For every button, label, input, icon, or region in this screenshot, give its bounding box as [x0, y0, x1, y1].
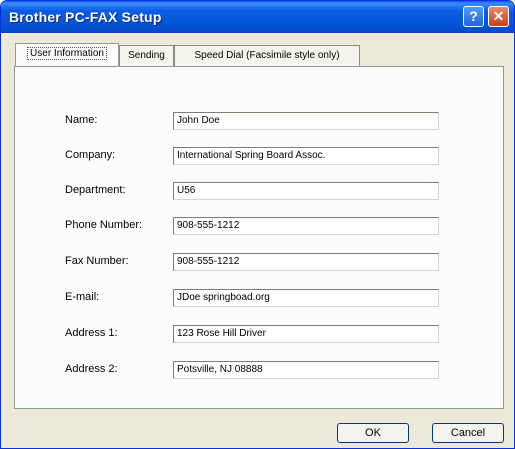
- setup-dialog: Brother PC-FAX Setup ? ✕ User Informatio…: [0, 0, 515, 449]
- company-field[interactable]: International Spring Board Assoc.: [173, 147, 439, 165]
- fax-number-field[interactable]: 908-555-1212: [173, 253, 439, 271]
- close-icon: ✕: [492, 8, 505, 24]
- address-2-label: Address 2:: [65, 363, 118, 375]
- company-label: Company:: [65, 149, 116, 161]
- email-label: E-mail:: [65, 291, 100, 303]
- address-2-field[interactable]: Potsville, NJ 08888: [173, 361, 439, 379]
- fax-number-label: Fax Number:: [65, 255, 129, 267]
- window-title: Brother PC-FAX Setup: [9, 9, 162, 25]
- close-button[interactable]: ✕: [488, 6, 509, 27]
- tab-label: User Information: [27, 47, 107, 60]
- tab-user-information[interactable]: User Information: [15, 43, 119, 66]
- ok-button[interactable]: OK: [337, 423, 409, 443]
- phone-number-field[interactable]: 908-555-1212: [173, 217, 439, 235]
- tab-speed-dial[interactable]: Speed Dial (Facsimile style only): [174, 45, 360, 66]
- address-1-field[interactable]: 123 Rose Hill Driver: [173, 325, 439, 343]
- department-field[interactable]: U56: [173, 182, 439, 200]
- name-label: Name:: [65, 114, 98, 126]
- tab-sending[interactable]: Sending: [119, 45, 174, 66]
- name-field[interactable]: John Doe: [173, 112, 439, 130]
- department-label: Department:: [65, 184, 126, 196]
- title-bar[interactable]: Brother PC-FAX Setup ? ✕: [1, 1, 514, 33]
- email-field[interactable]: JDoe springboad.org: [173, 289, 439, 307]
- tab-label: Speed Dial (Facsimile style only): [194, 50, 340, 61]
- help-button[interactable]: ?: [463, 6, 484, 27]
- cancel-button[interactable]: Cancel: [432, 423, 504, 443]
- help-icon: ?: [469, 8, 478, 24]
- address-1-label: Address 1:: [65, 327, 118, 339]
- phone-number-label: Phone Number:: [65, 219, 143, 231]
- tab-label: Sending: [128, 50, 165, 61]
- user-information-panel: Name: John Doe Company: International Sp…: [14, 66, 504, 409]
